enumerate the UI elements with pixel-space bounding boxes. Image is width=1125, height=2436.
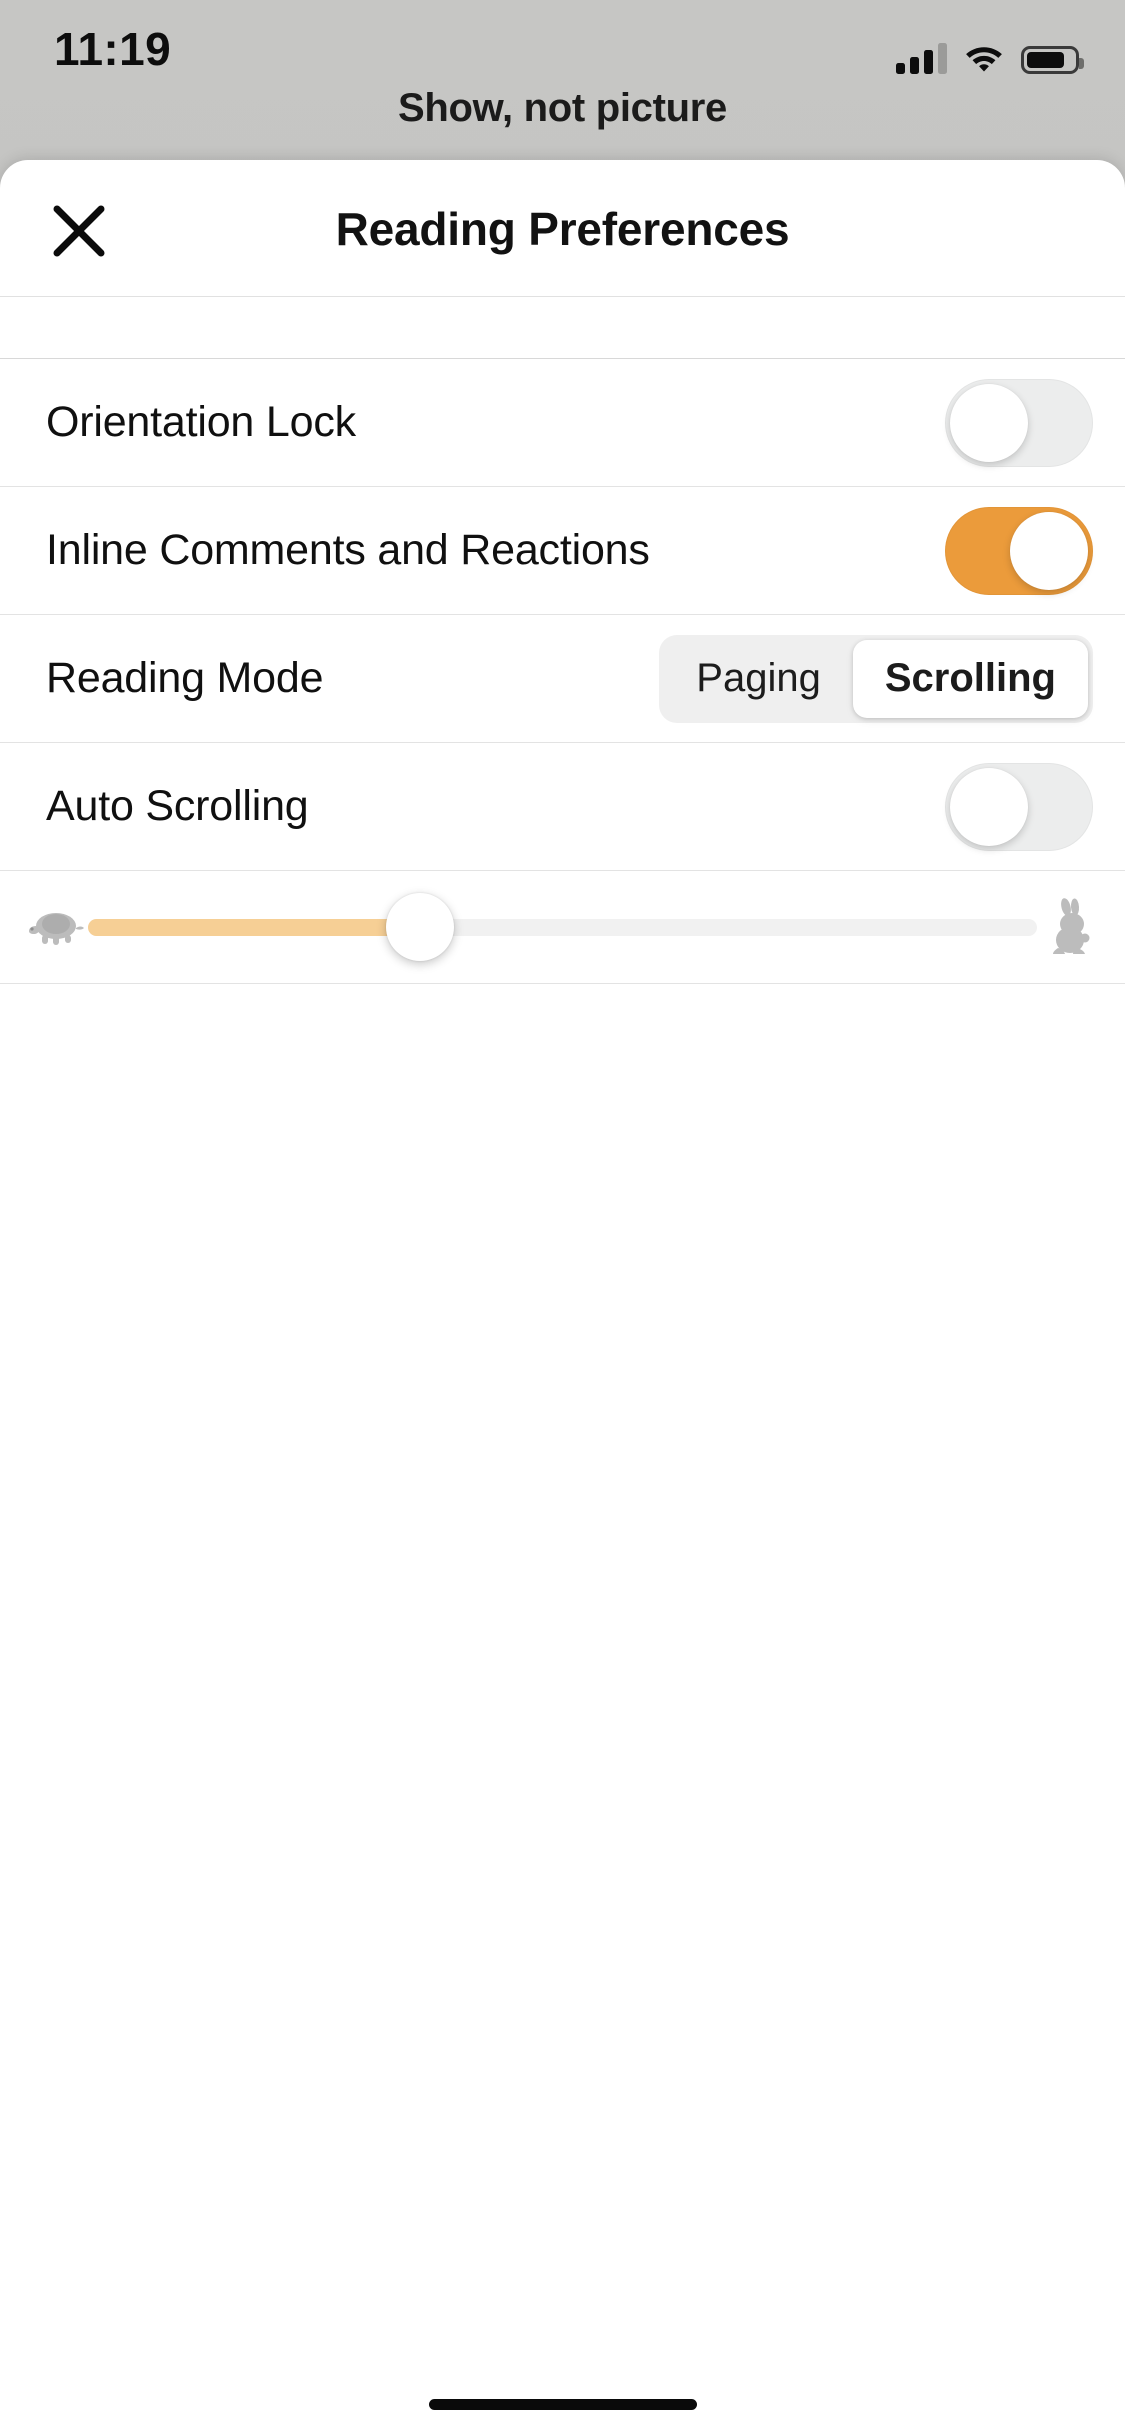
setting-row-orientation-lock[interactable]: Orientation Lock xyxy=(0,359,1125,487)
home-indicator xyxy=(428,2399,697,2410)
slider-thumb[interactable] xyxy=(386,893,455,961)
setting-row-reading-mode[interactable]: Reading Mode Paging Scrolling xyxy=(0,615,1125,743)
auto-scrolling-label: Auto Scrolling xyxy=(46,782,309,830)
reading-mode-segmented-control[interactable]: Paging Scrolling xyxy=(659,634,1093,723)
slider-track[interactable] xyxy=(88,893,1037,961)
inline-comments-and-reactions-label: Inline Comments and Reactions xyxy=(46,526,650,574)
segment-paging[interactable]: Paging xyxy=(664,640,853,718)
cellular-signal-icon xyxy=(896,42,947,74)
toggle-knob xyxy=(950,383,1028,462)
segment-scrolling[interactable]: Scrolling xyxy=(852,639,1088,718)
auto-scrolling-toggle[interactable] xyxy=(945,762,1093,851)
inline-comments-and-reactions-toggle[interactable] xyxy=(945,506,1093,595)
toggle-knob xyxy=(950,767,1028,846)
sheet-spacer-band xyxy=(0,297,1125,359)
status-bar-time: 11:19 xyxy=(54,23,172,75)
sheet-header: Reading Preferences xyxy=(0,160,1125,297)
rabbit-icon xyxy=(1037,898,1103,956)
turtle-icon xyxy=(22,906,88,948)
status-bar-icons xyxy=(896,28,1084,74)
orientation-lock-label: Orientation Lock xyxy=(46,398,356,446)
status-bar: 11:19 xyxy=(0,0,1125,100)
page-title: Reading Preferences xyxy=(335,202,790,255)
auto-scrolling-speed-row[interactable] xyxy=(0,871,1125,984)
setting-row-inline-comments-and-reactions[interactable]: Inline Comments and Reactions xyxy=(0,487,1125,615)
setting-row-auto-scrolling[interactable]: Auto Scrolling xyxy=(0,743,1125,871)
toggle-knob xyxy=(1010,511,1088,590)
battery-icon xyxy=(1021,46,1084,74)
wifi-icon xyxy=(964,42,1004,74)
orientation-lock-toggle[interactable] xyxy=(945,378,1093,467)
reading-preferences-sheet: Reading Preferences Orientation Lock Inl… xyxy=(0,160,1125,2436)
auto-scrolling-speed-slider[interactable] xyxy=(88,871,1037,983)
reading-mode-label: Reading Mode xyxy=(46,654,324,702)
slider-fill xyxy=(88,918,421,936)
